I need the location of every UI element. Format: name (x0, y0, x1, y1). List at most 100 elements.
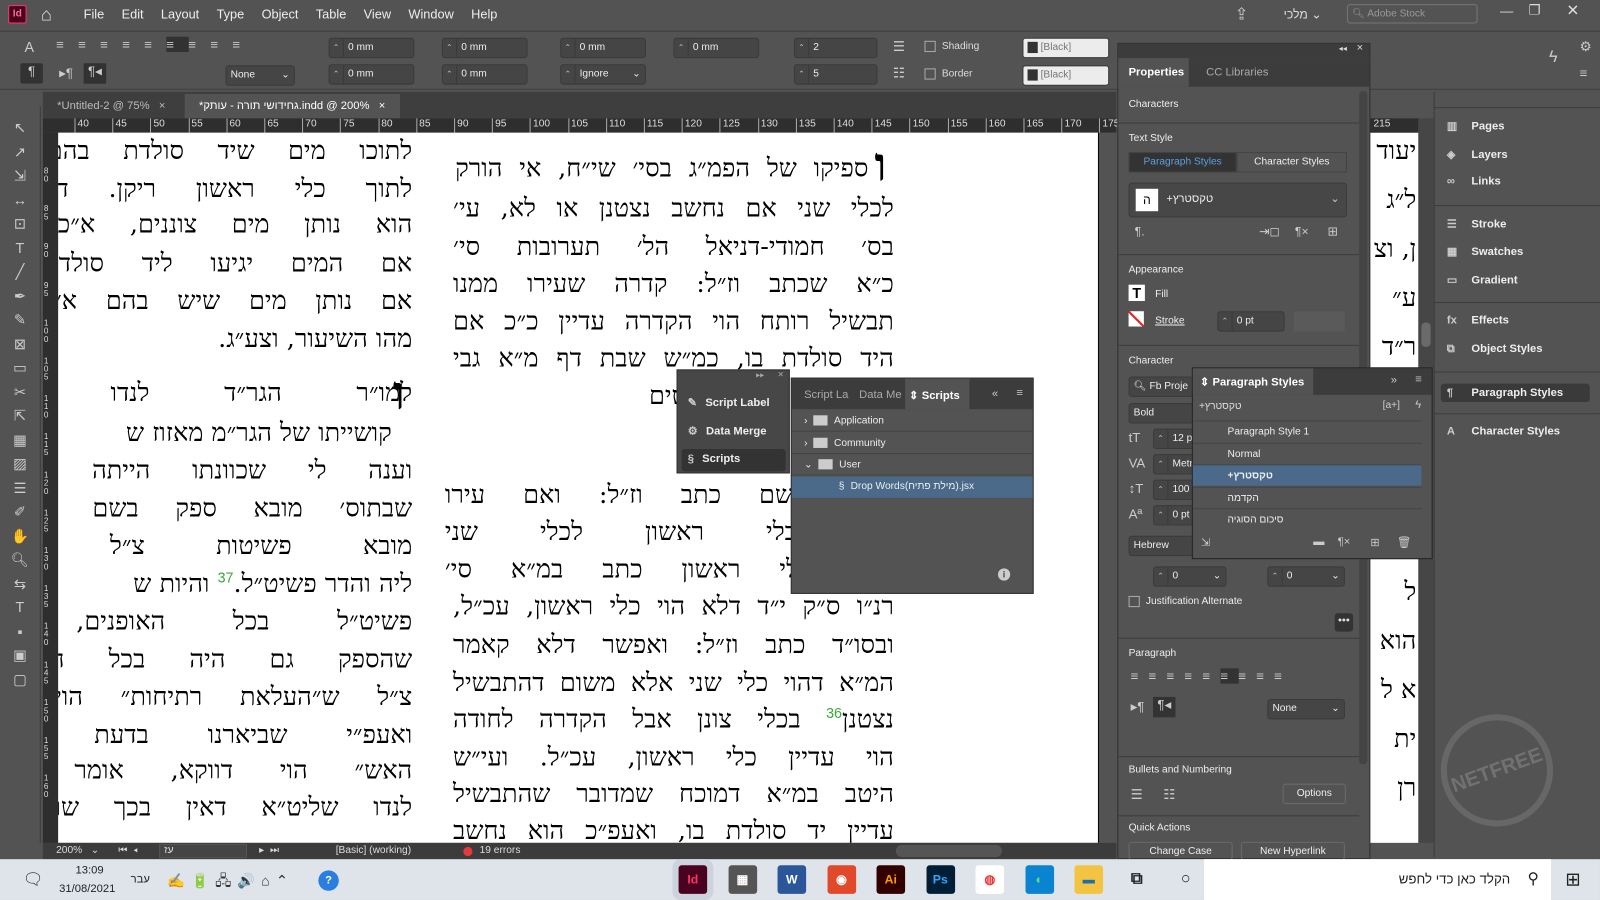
taskbar-app-chrome[interactable]: ◍ (975, 865, 1005, 894)
rtl-icon[interactable]: ¶◂ (83, 63, 107, 84)
new-style-icon[interactable]: ⊞ (1328, 224, 1338, 238)
close-panel-icon[interactable]: × (778, 369, 784, 380)
first-line-indent-field[interactable]: ⌃ 0 mm (328, 64, 415, 85)
menu-object[interactable]: Object (262, 7, 299, 21)
menu-type[interactable]: Type (217, 7, 245, 21)
tool-14-icon[interactable]: ▨ (0, 452, 40, 476)
settings-icon[interactable]: ⚙ (1580, 39, 1592, 55)
break-link-icon[interactable]: ¶× (1295, 224, 1309, 238)
tool-1-icon[interactable]: ↗ (0, 140, 40, 164)
tool-22-icon[interactable]: ▣ (0, 644, 40, 668)
panel-menu-icon[interactable]: ≡ (1415, 373, 1422, 385)
page-field[interactable]: עז (159, 843, 247, 859)
new-hyperlink-button[interactable]: New Hyperlink (1240, 841, 1345, 861)
preflight-profile[interactable]: [Basic] (working) (336, 843, 411, 859)
notifications-icon[interactable]: 🗨︎ (22, 869, 43, 889)
stroke-type-select[interactable] (1293, 311, 1345, 332)
taskbar-app-calculator[interactable]: ▦ (728, 865, 757, 894)
tab-data-merge[interactable]: Data Me (859, 389, 901, 401)
close-tab-icon[interactable]: × (159, 100, 166, 112)
paragraph-style-item[interactable]: סיכום הסוגיה (1192, 508, 1422, 529)
menu-help[interactable]: Help (471, 7, 497, 21)
tool-7-icon[interactable]: ✒ (0, 284, 40, 308)
input-language[interactable]: עבר (131, 873, 150, 885)
lightning-icon[interactable]: ϟ (1415, 399, 1421, 411)
paragraph-mode-icon[interactable]: ¶ (20, 63, 43, 84)
dock-item-character-styles[interactable]: A Character Styles (1447, 425, 1560, 437)
dock-item-object-styles[interactable]: ⧉ Object Styles (1447, 342, 1543, 355)
taskbar-app-paint[interactable]: ◉ (827, 865, 856, 894)
paragraph-styles-tab[interactable]: ⇕ Paragraph Styles (1192, 368, 1314, 395)
change-case-button[interactable]: Change Case (1128, 841, 1233, 861)
paragraph-style-item[interactable]: הקדמה (1192, 486, 1422, 507)
script-file-item[interactable]: § Drop Words(מילת פתיח).jsx (791, 476, 1033, 498)
menu-edit[interactable]: Edit (122, 7, 144, 21)
tool-13-icon[interactable]: ▦ (0, 428, 40, 452)
dock-item-layers[interactable]: ◈ Layers (1447, 147, 1508, 160)
minimize-button[interactable]: — (1500, 3, 1513, 18)
help-icon[interactable]: ? (318, 870, 339, 891)
new-group-icon[interactable]: ▬ (1313, 536, 1324, 548)
taskbar-app-ai[interactable]: Ai (876, 865, 906, 894)
tool-19-icon[interactable]: ⇆ (0, 572, 40, 596)
expand-icon[interactable]: » (1391, 374, 1397, 386)
bullets-icon[interactable]: ☰ (893, 39, 905, 55)
zoom-level[interactable]: 200% ⌄ (56, 843, 99, 859)
numbering-icon[interactable]: ☷ (893, 65, 905, 81)
taskbar-app-edge[interactable]: ◐ (1024, 865, 1054, 894)
dock-item-swatches[interactable]: ▦ Swatches (1447, 245, 1523, 258)
stroke-swatch[interactable] (1128, 311, 1144, 327)
tool-0-icon[interactable]: ↖ (0, 116, 40, 140)
taskbar-app-word[interactable]: W (777, 865, 807, 894)
tab-chidushei-torah[interactable]: *גחידושי תורה - עותק.indd @ 200% × (184, 93, 400, 119)
new-style-icon[interactable]: ⊞ (1370, 536, 1379, 549)
collapse-icon[interactable]: ◂◂ (1339, 44, 1347, 53)
dock-item-paragraph-styles[interactable]: ¶ Paragraph Styles (1440, 383, 1590, 403)
dock-item-pages[interactable]: ▥ Pages (1447, 119, 1505, 132)
load-styles-icon[interactable]: ⇲ (1201, 536, 1210, 549)
start-button[interactable]: ⊞ (1565, 869, 1580, 890)
delete-style-icon[interactable]: 🗑︎ (1397, 536, 1411, 549)
collapse-icon[interactable]: « (992, 388, 998, 400)
tool-4-icon[interactable]: ⊡ (0, 212, 40, 236)
taskbar-app-id[interactable]: Id (678, 865, 708, 894)
taskbar-app-ps[interactable]: Ps (926, 865, 955, 894)
close-panel-icon[interactable]: × (1357, 42, 1364, 54)
close-tab-icon[interactable]: × (379, 100, 386, 112)
tool-16-icon[interactable]: ✐ (0, 500, 40, 524)
panel-menu-icon[interactable]: ≡ (1016, 387, 1023, 399)
fill-swatch[interactable]: T (1128, 284, 1145, 302)
paragraph-style-item[interactable]: Paragraph Style 1 (1192, 420, 1422, 441)
panel-menu-icon[interactable]: ≡ (1580, 65, 1588, 80)
clear-overrides-icon[interactable]: ¶. (1135, 224, 1145, 238)
kashida-select[interactable]: None ⌄ (225, 65, 295, 86)
numbering-icon[interactable]: ☷ (1163, 787, 1175, 803)
tool-23-icon[interactable]: ▢ (0, 668, 40, 692)
tool-12-icon[interactable]: ⇱ (0, 404, 40, 428)
restore-button[interactable]: ❐ (1529, 2, 1541, 18)
clear-overrides-icon[interactable]: ¶× (1338, 536, 1351, 548)
close-window-button[interactable]: ✕ (1566, 1, 1579, 19)
tab-character-styles[interactable]: Character Styles (1236, 152, 1347, 173)
menu-view[interactable]: View (364, 7, 391, 21)
menu-layout[interactable]: Layout (161, 7, 199, 21)
diacritic-y-field[interactable]: ⌃ 0 ⌄ (1267, 566, 1345, 587)
tool-11-icon[interactable]: ✂ (0, 380, 40, 404)
stroke-weight-field[interactable]: ⌃ 0 pt (1217, 311, 1285, 332)
ltr-icon[interactable]: ▸¶ (1131, 699, 1145, 715)
drop-cap-lines-field[interactable]: ⌃ 2 (793, 37, 878, 59)
taskbar-app-explorer[interactable]: ▬ (1074, 865, 1104, 894)
shading-checkbox[interactable]: Shading (924, 40, 979, 52)
stroke-label[interactable]: Stroke (1155, 315, 1184, 326)
page-nav-next[interactable]: ▸ ⏭ (259, 843, 279, 859)
menu-window[interactable]: Window (408, 7, 453, 21)
dock-item-stroke[interactable]: ☰ Stroke (1447, 217, 1506, 230)
page-nav-first[interactable]: ⏮ ◂ (118, 843, 137, 859)
info-icon[interactable]: i (997, 568, 1011, 581)
tool-18-icon[interactable]: 🔍︎ (0, 548, 40, 572)
footnote-ref[interactable]: 36 (826, 705, 842, 721)
workspace-switcher[interactable]: מלכי ⌄ (1284, 7, 1322, 21)
ltr-icon[interactable]: ▸¶ (59, 65, 73, 81)
quick-apply-icon[interactable]: ϟ (1549, 49, 1558, 67)
more-options-button[interactable]: ••• (1334, 613, 1354, 632)
